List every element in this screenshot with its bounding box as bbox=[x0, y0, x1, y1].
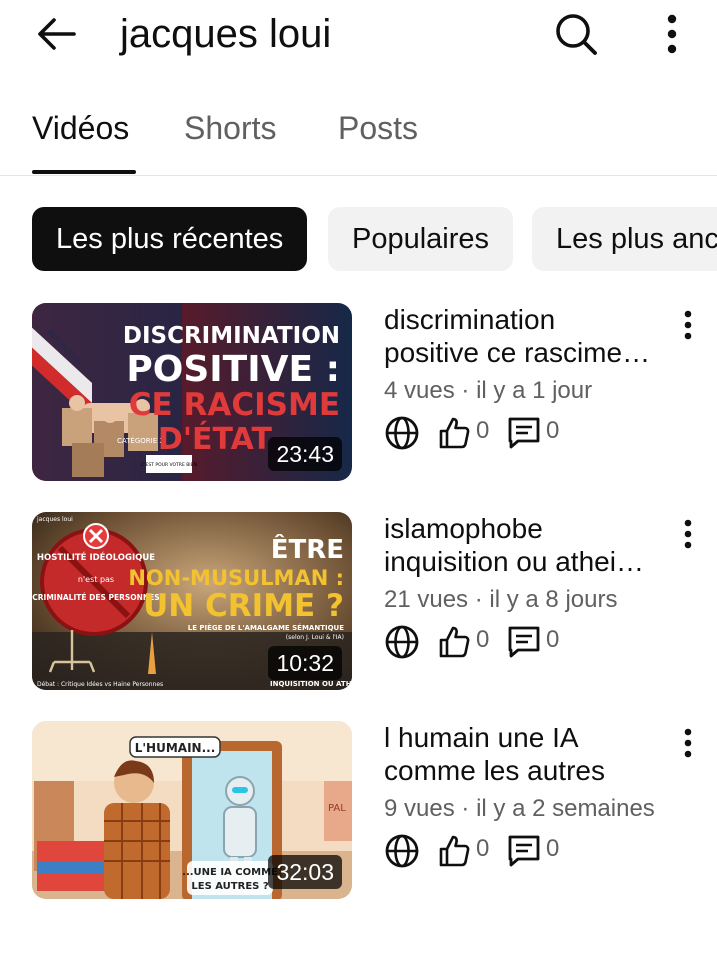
thumb-headline: LE PIÈGE DE L'AMALGAME SÉMANTIQUE bbox=[188, 623, 344, 632]
more-vertical-icon bbox=[667, 14, 677, 54]
thumbs-up-icon bbox=[439, 626, 470, 658]
tab-posts[interactable]: Posts bbox=[338, 108, 418, 148]
thumb-small-text: n'est pas bbox=[78, 575, 114, 584]
comment-icon bbox=[508, 417, 540, 449]
video-item[interactable]: L'HUMAIN... ...UNE IA COMME LES AUTRES ?… bbox=[0, 721, 717, 901]
search-button[interactable] bbox=[548, 6, 604, 62]
thumb-headline: ÊTRE bbox=[271, 533, 344, 565]
active-tab-indicator bbox=[32, 170, 136, 174]
more-vertical-icon bbox=[684, 310, 692, 340]
arrow-left-icon bbox=[38, 18, 76, 50]
channel-tabs: Vidéos Shorts Posts bbox=[0, 96, 717, 176]
comment-icon bbox=[508, 626, 540, 658]
video-thumbnail[interactable]: jacques loui HOSTILITÉ IDÉOLOGIQUE n'est… bbox=[32, 512, 352, 690]
thumb-headline: UN CRIME ? bbox=[143, 588, 344, 624]
thumb-headline: D'ÉTAT bbox=[158, 421, 273, 457]
search-query[interactable]: jacques loui bbox=[120, 12, 331, 56]
thumb-headline: ...UNE IA COMME bbox=[182, 867, 278, 878]
video-meta: 4 vues · il y a 1 jour bbox=[384, 377, 593, 404]
thumb-headline: DISCRIMINATION bbox=[123, 323, 340, 349]
thumb-small-text: PAL bbox=[328, 803, 346, 814]
top-bar: jacques loui bbox=[0, 0, 717, 68]
thumb-small-text: C'EST POUR VOTRE BIEN bbox=[141, 462, 197, 468]
thumbs-up-icon bbox=[439, 835, 470, 867]
thumb-small-text: Débat : Critique Idées vs Haine Personne… bbox=[37, 681, 163, 688]
video-item[interactable]: jacques loui HOSTILITÉ IDÉOLOGIQUE n'est… bbox=[0, 512, 717, 692]
thumb-headline: CE RACISME bbox=[129, 387, 340, 423]
chip-most-recent[interactable]: Les plus récentes bbox=[32, 207, 308, 271]
video-meta: 9 vues · il y a 2 semaines bbox=[384, 795, 655, 822]
video-title[interactable]: discrimination positive ce rascime… bbox=[384, 303, 674, 369]
more-vertical-icon bbox=[684, 519, 692, 549]
chip-popular[interactable]: Populaires bbox=[328, 207, 514, 271]
thumb-headline: POSITIVE : bbox=[126, 349, 340, 390]
chip-oldest[interactable]: Les plus anciennes bbox=[532, 207, 717, 271]
more-vertical-icon bbox=[684, 728, 692, 758]
tab-videos[interactable]: Vidéos bbox=[32, 108, 129, 148]
video-more-button[interactable] bbox=[668, 305, 708, 345]
video-item[interactable]: CATÉGORIE 2 RÉPUBLIQUE DISCRIMINATION PO… bbox=[0, 303, 717, 483]
video-duration: 23:43 bbox=[268, 437, 342, 471]
video-thumbnail[interactable]: L'HUMAIN... ...UNE IA COMME LES AUTRES ?… bbox=[32, 721, 352, 899]
thumb-small-text: CRIMINALITÉ DES PERSONNES bbox=[32, 593, 159, 602]
video-duration: 32:03 bbox=[268, 855, 342, 889]
thumb-headline: NON-MUSULMAN : bbox=[128, 566, 344, 590]
globe-icon bbox=[385, 625, 419, 659]
search-icon bbox=[556, 14, 597, 55]
video-title[interactable]: islamophobe inquisition ou athei… bbox=[384, 512, 674, 578]
thumb-small-text: CATÉGORIE 2 bbox=[117, 436, 164, 445]
globe-icon bbox=[385, 834, 419, 868]
globe-icon bbox=[385, 416, 419, 450]
video-thumbnail[interactable]: CATÉGORIE 2 RÉPUBLIQUE DISCRIMINATION PO… bbox=[32, 303, 352, 481]
thumb-small-text: INQUISITION OU ATHÉISME D'ÉTAT bbox=[270, 679, 352, 688]
video-more-button[interactable] bbox=[668, 723, 708, 763]
thumb-headline: (selon J. Loui & l'IA) bbox=[286, 634, 344, 641]
video-duration: 10:32 bbox=[268, 646, 342, 680]
more-options-button[interactable] bbox=[650, 6, 694, 62]
video-more-button[interactable] bbox=[668, 514, 708, 554]
back-button[interactable] bbox=[30, 8, 82, 60]
video-meta: 21 vues · il y a 8 jours bbox=[384, 586, 618, 613]
thumb-headline: L'HUMAIN... bbox=[135, 741, 216, 755]
sort-chips: Les plus récentes Populaires Les plus an… bbox=[0, 207, 717, 271]
thumb-small-text: HOSTILITÉ IDÉOLOGIQUE bbox=[37, 551, 155, 563]
thumbs-up-icon bbox=[439, 417, 470, 449]
comment-icon bbox=[508, 835, 540, 867]
thumb-small-text: jacques loui bbox=[36, 516, 73, 523]
video-title[interactable]: l humain une IA comme les autres bbox=[384, 721, 674, 787]
tab-shorts[interactable]: Shorts bbox=[184, 108, 276, 148]
thumb-headline: LES AUTRES ? bbox=[191, 881, 268, 892]
